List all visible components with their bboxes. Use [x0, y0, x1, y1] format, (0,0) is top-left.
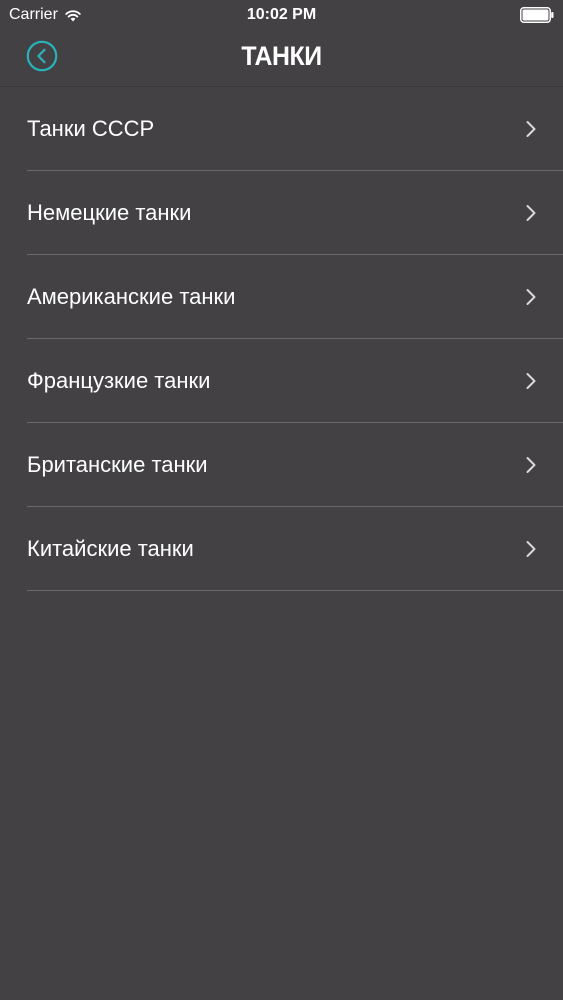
list-item-ussr-tanks[interactable]: Танки СССР — [0, 87, 563, 171]
chevron-right-icon — [526, 205, 536, 221]
list-item-chinese-tanks[interactable]: Китайские танки — [0, 507, 563, 591]
page-title: ТАНКИ — [241, 41, 322, 71]
chevron-right-icon — [526, 121, 536, 137]
chevron-right-icon — [526, 289, 536, 305]
navigation-bar: ТАНКИ — [0, 30, 563, 87]
list-item-label: Немецкие танки — [27, 200, 192, 225]
chevron-right-icon — [526, 457, 536, 473]
list-item-american-tanks[interactable]: Американские танки — [0, 255, 563, 339]
list-item-label: Китайские танки — [27, 536, 194, 561]
list-item-french-tanks[interactable]: Французкие танки — [0, 339, 563, 423]
list-item-label: Танки СССР — [27, 116, 155, 141]
battery-icon — [520, 7, 554, 23]
tank-category-list: Танки СССР Немецкие танки Американские т… — [0, 87, 563, 591]
chevron-right-icon — [526, 373, 536, 389]
chevron-right-icon — [526, 541, 536, 557]
list-item-label: Французкие танки — [27, 368, 211, 393]
list-item-label: Британские танки — [27, 452, 208, 477]
status-time: 10:02 PM — [246, 6, 317, 23]
status-bar: Carrier 10:02 PM — [0, 0, 563, 30]
list-item-german-tanks[interactable]: Немецкие танки — [0, 171, 563, 255]
list-item-british-tanks[interactable]: Британские танки — [0, 423, 563, 507]
app-screen: Carrier 10:02 PM ТАНКИ Танки СССР Немецк… — [0, 0, 563, 1000]
list-item-label: Американские танки — [27, 284, 236, 309]
